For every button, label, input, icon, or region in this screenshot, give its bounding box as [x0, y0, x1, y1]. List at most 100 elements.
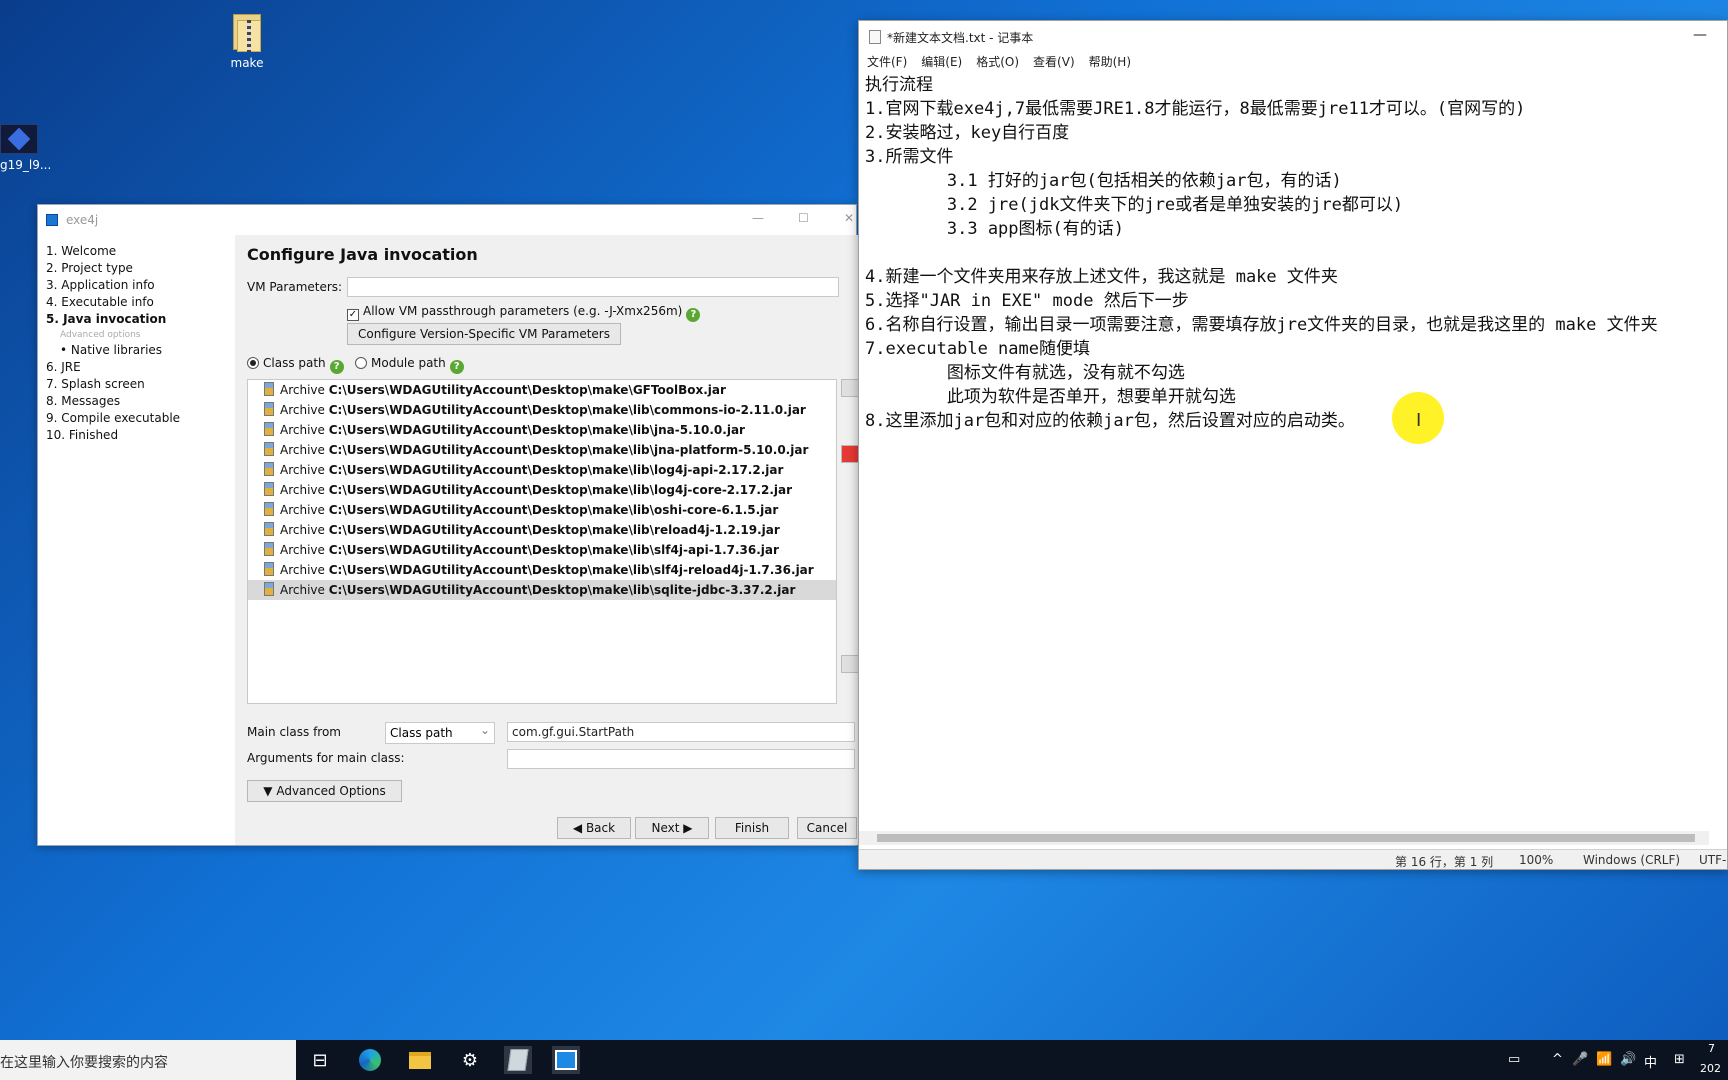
- archive-list[interactable]: Archive C:\Users\WDAGUtilityAccount\Desk…: [247, 379, 837, 704]
- arguments-input[interactable]: [507, 749, 855, 769]
- text-cursor-icon: I: [1416, 410, 1422, 431]
- list-item[interactable]: Archive C:\Users\WDAGUtilityAccount\Desk…: [248, 380, 836, 400]
- tray-grid-icon[interactable]: ⊞: [1674, 1052, 1685, 1067]
- main-class-input[interactable]: com.gf.gui.StartPath: [507, 722, 855, 742]
- step-project-type[interactable]: 2. Project type: [46, 260, 235, 277]
- file-explorer-icon[interactable]: [406, 1046, 434, 1074]
- step-compile-executable[interactable]: 9. Compile executable: [46, 410, 235, 427]
- notepad-window: *新建文本文档.txt - 记事本 — 文件(F) 编辑(E) 格式(O) 查看…: [858, 20, 1728, 870]
- taskbar: 在这里输入你要搜索的内容 ⊟ ⚙ ▭ ^ 🎤 📶 🔊 中 ⊞ 7 202: [0, 1040, 1728, 1080]
- help-icon[interactable]: ?: [449, 360, 464, 374]
- configure-version-vm-button[interactable]: Configure Version-Specific VM Parameters: [347, 323, 621, 345]
- horizontal-scrollbar[interactable]: [859, 831, 1709, 845]
- step-advanced-options[interactable]: Advanced options: [46, 328, 235, 342]
- desktop-icon-label: make: [230, 56, 264, 70]
- desktop-icon-make[interactable]: make: [222, 12, 272, 70]
- tray-chevron-up-icon[interactable]: ^: [1552, 1052, 1563, 1067]
- help-icon[interactable]: ?: [329, 360, 344, 374]
- jar-icon: [264, 482, 274, 496]
- list-item-selected[interactable]: Archive C:\Users\WDAGUtilityAccount\Desk…: [248, 580, 836, 600]
- add-archive-icon[interactable]: [841, 379, 859, 397]
- menu-edit[interactable]: 编辑(E): [921, 53, 962, 73]
- jar-icon: [264, 402, 274, 416]
- menu-help[interactable]: 帮助(H): [1089, 53, 1131, 73]
- step-welcome[interactable]: 1. Welcome: [46, 243, 235, 260]
- tray-ime-indicator[interactable]: 中: [1644, 1052, 1657, 1071]
- browse-spacer: [856, 722, 857, 723]
- menu-format[interactable]: 格式(O): [976, 53, 1019, 73]
- text-line: 3.3 app图标(有的话): [865, 219, 1124, 239]
- cancel-button[interactable]: Cancel: [797, 817, 857, 839]
- list-item[interactable]: Archive C:\Users\WDAGUtilityAccount\Desk…: [248, 440, 836, 460]
- tray-network-icon[interactable]: 📶: [1596, 1052, 1612, 1067]
- back-button[interactable]: ◀ Back: [557, 817, 631, 839]
- menu-view[interactable]: 查看(V): [1033, 53, 1075, 73]
- text-line: 5.选择"JAR in EXE" mode 然后下一步: [865, 291, 1189, 311]
- list-item[interactable]: Archive C:\Users\WDAGUtilityAccount\Desk…: [248, 500, 836, 520]
- step-application-info[interactable]: 3. Application info: [46, 277, 235, 294]
- modulepath-option[interactable]: Module path?: [355, 356, 464, 374]
- notepad-titlebar[interactable]: *新建文本文档.txt - 记事本 —: [859, 21, 1727, 53]
- settings-gear-icon[interactable]: ⚙: [456, 1046, 484, 1074]
- tray-clock-time[interactable]: 7: [1708, 1042, 1715, 1055]
- remove-archive-icon[interactable]: [841, 445, 859, 463]
- triangle-down-icon: ▼: [263, 784, 277, 798]
- status-zoom: 100%: [1519, 853, 1554, 867]
- minimize-icon[interactable]: —: [752, 211, 764, 225]
- wizard-steps: 1. Welcome 2. Project type 3. Applicatio…: [38, 235, 235, 845]
- minimize-icon[interactable]: —: [1693, 27, 1707, 43]
- step-java-invocation[interactable]: 5. Java invocation: [46, 311, 235, 328]
- exe4j-taskbar-icon[interactable]: [552, 1046, 580, 1074]
- task-view-icon[interactable]: ⊟: [306, 1046, 334, 1074]
- edge-browser-icon[interactable]: [356, 1046, 384, 1074]
- exe4j-titlebar[interactable]: exe4j — ☐ ✕: [38, 205, 856, 235]
- step-jre[interactable]: 6. JRE: [46, 359, 235, 376]
- step-executable-info[interactable]: 4. Executable info: [46, 294, 235, 311]
- exe4j-app-icon: [46, 214, 58, 226]
- step-finished[interactable]: 10. Finished: [46, 427, 235, 444]
- tray-volume-icon[interactable]: 🔊: [1620, 1052, 1636, 1067]
- step-native-libraries[interactable]: • Native libraries: [46, 342, 235, 359]
- jar-icon: [264, 542, 274, 556]
- maximize-icon[interactable]: ☐: [798, 211, 809, 225]
- list-item[interactable]: Archive C:\Users\WDAGUtilityAccount\Desk…: [248, 460, 836, 480]
- move-up-icon[interactable]: [841, 655, 859, 673]
- text-line: 1.官网下载exe4j,7最低需要JRE1.8才能运行，8最低需要jre11才可…: [865, 99, 1526, 119]
- list-item[interactable]: Archive C:\Users\WDAGUtilityAccount\Desk…: [248, 520, 836, 540]
- tray-keyboard-icon[interactable]: ▭: [1508, 1052, 1520, 1067]
- passthrough-row[interactable]: ✓ Allow VM passthrough parameters (e.g. -…: [347, 304, 701, 322]
- arguments-label: Arguments for main class:: [247, 751, 405, 765]
- tray-microphone-icon[interactable]: 🎤: [1572, 1052, 1588, 1067]
- finish-button[interactable]: Finish: [715, 817, 789, 839]
- notepad-taskbar-icon[interactable]: [504, 1046, 532, 1074]
- list-item[interactable]: Archive C:\Users\WDAGUtilityAccount\Desk…: [248, 480, 836, 500]
- advanced-options-button[interactable]: ▼ Advanced Options: [247, 780, 402, 802]
- vm-parameters-input[interactable]: [347, 277, 839, 297]
- notepad-text-area[interactable]: 执行流程 1.官网下载exe4j,7最低需要JRE1.8才能运行，8最低需要jr…: [865, 73, 1725, 793]
- step-messages[interactable]: 8. Messages: [46, 393, 235, 410]
- modulepath-radio[interactable]: [355, 357, 367, 369]
- list-item[interactable]: Archive C:\Users\WDAGUtilityAccount\Desk…: [248, 400, 836, 420]
- tray-clock-date[interactable]: 202: [1700, 1062, 1721, 1075]
- step-splash-screen[interactable]: 7. Splash screen: [46, 376, 235, 393]
- passthrough-checkbox[interactable]: ✓: [347, 309, 359, 321]
- text-line: 4.新建一个文件夹用来存放上述文件，我这就是 make 文件夹: [865, 267, 1338, 287]
- text-line: 此项为软件是否单开，想要单开就勾选: [865, 387, 1236, 407]
- status-cursor-position: 第 16 行，第 1 列: [1395, 855, 1494, 869]
- classpath-option[interactable]: Class path?: [247, 356, 344, 374]
- menu-file[interactable]: 文件(F): [867, 53, 907, 73]
- help-icon[interactable]: ?: [686, 308, 701, 322]
- list-item[interactable]: Archive C:\Users\WDAGUtilityAccount\Desk…: [248, 420, 836, 440]
- desktop-icon-app[interactable]: g19_l9...: [0, 124, 51, 172]
- scrollbar-thumb[interactable]: [877, 834, 1695, 842]
- taskbar-search-input[interactable]: 在这里输入你要搜索的内容: [0, 1040, 296, 1080]
- arrow-right-icon: ▶: [679, 821, 693, 835]
- list-item[interactable]: Archive C:\Users\WDAGUtilityAccount\Desk…: [248, 560, 836, 580]
- text-line: 执行流程: [865, 75, 933, 95]
- next-button[interactable]: Next ▶: [635, 817, 709, 839]
- main-class-source-select[interactable]: Class path: [385, 722, 495, 744]
- classpath-radio[interactable]: [247, 357, 259, 369]
- close-icon[interactable]: ✕: [844, 211, 854, 225]
- wizard-content: Configure Java invocation VM Parameters:…: [235, 235, 859, 845]
- list-item[interactable]: Archive C:\Users\WDAGUtilityAccount\Desk…: [248, 540, 836, 560]
